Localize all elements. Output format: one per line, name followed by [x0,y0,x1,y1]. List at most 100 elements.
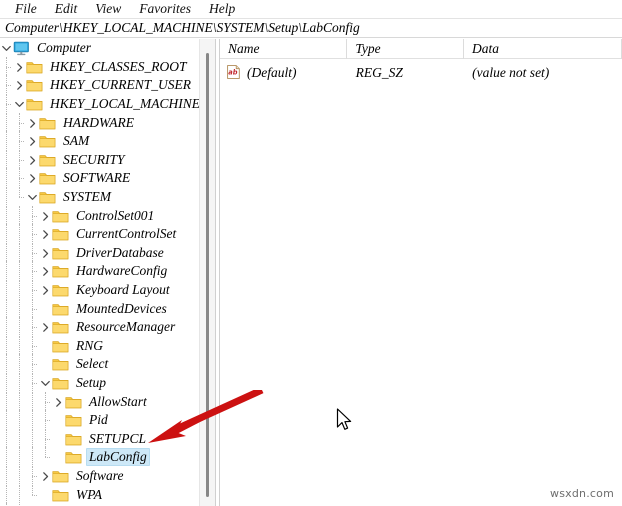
tree-item[interactable]: SECURITY [0,149,199,170]
tree-indent-guide [13,428,26,449]
tree-item-label: HardwareConfig [76,263,168,279]
chevron-right-icon[interactable] [26,114,39,132]
chevron-right-icon[interactable] [26,132,39,150]
tree-item[interactable]: AllowStart [0,391,199,412]
tree-expander-spacer [52,448,65,466]
address-bar[interactable]: Computer\HKEY_LOCAL_MACHINE\SYSTEM\Setup… [0,19,622,38]
chevron-right-icon[interactable] [26,169,39,187]
tree-indent-guide [0,112,13,133]
tree-item-label: SOFTWARE [63,170,131,186]
menu-item-edit[interactable]: Edit [46,0,87,18]
tree-item[interactable]: Select [0,354,199,375]
tree-indent-guide [0,149,13,170]
column-header-data[interactable]: Data [464,39,622,59]
tree-indent-guide [0,298,13,319]
tree-item-selected[interactable]: LabConfig [0,447,199,468]
menu-item-view[interactable]: View [86,0,130,18]
folder-icon [52,469,69,483]
registry-tree-pane[interactable]: Computer HKEY_CLASSES_ROOT HKEY_CURRENT_US… [0,39,199,506]
tree-item[interactable]: Computer [0,39,199,58]
tree-indent-guide [26,428,39,449]
tree-item[interactable]: HKEY_LOCAL_MACHINE [0,94,199,115]
tree-indent-guide [13,205,26,226]
tree-indent-guide [0,317,13,338]
chevron-right-icon[interactable] [39,281,52,299]
menu-item-favorites[interactable]: Favorites [130,0,200,18]
tree-indent-guide [26,224,39,245]
tree-item[interactable]: Keyboard Layout [0,280,199,301]
tree-item[interactable]: HardwareConfig [0,261,199,282]
column-header-type[interactable]: Type [347,39,464,59]
chevron-right-icon[interactable] [39,318,52,336]
tree-item[interactable]: Pid [0,410,199,431]
address-path-text: Computer\HKEY_LOCAL_MACHINE\SYSTEM\Setup… [5,20,360,35]
tree-indent-guide [13,465,26,486]
folder-icon [52,283,69,297]
tree-item[interactable]: SOFTWARE [0,168,199,189]
tree-item[interactable]: MountedDevices [0,298,199,319]
tree-indent-guide [0,335,13,356]
chevron-right-icon[interactable] [39,244,52,262]
tree-indent-guide [39,428,52,449]
tree-item-label: Setup [76,374,106,390]
tree-item[interactable]: Software [0,465,199,486]
menu-item-file[interactable]: File [6,0,46,18]
chevron-down-icon[interactable] [39,374,52,392]
tree-item[interactable]: SYSTEM [0,187,199,208]
chevron-right-icon[interactable] [39,207,52,225]
chevron-right-icon[interactable] [39,467,52,485]
tree-indent-guide [13,149,26,170]
tree-item[interactable]: DriverDatabase [0,242,199,263]
tree-indent-guide [13,410,26,431]
chevron-right-icon[interactable] [39,262,52,280]
registry-values-pane[interactable]: Name Type Data (Default) ab REG_SZ (value n… [220,39,622,506]
tree-indent-guide [0,354,13,375]
tree-item[interactable]: SAM [0,131,199,152]
watermark-text: wsxdn.com [550,487,614,500]
folder-icon [52,376,69,390]
tree-item[interactable]: SETUPCL [0,428,199,449]
tree-item[interactable]: HKEY_CURRENT_USER [0,75,199,96]
tree-item[interactable]: Setup [0,372,199,393]
values-list: (Default) ab REG_SZ (value not set) [220,59,622,82]
folder-icon [52,357,69,371]
chevron-down-icon[interactable] [13,95,26,113]
folder-icon [52,227,69,241]
chevron-right-icon[interactable] [52,393,65,411]
folder-icon [65,413,82,427]
tree-indent-guide [26,354,39,375]
chevron-right-icon[interactable] [13,58,26,76]
tree-indent-guide [39,410,52,431]
tree-indent-guide [0,410,13,431]
table-row[interactable]: (Default) ab REG_SZ (value not set) [220,63,622,82]
chevron-right-icon[interactable] [13,76,26,94]
tree-indent-guide [0,242,13,263]
tree-indent-guide [0,465,13,486]
tree-indent-guide [13,261,26,282]
folder-icon [26,60,43,74]
tree-item-label: RNG [76,337,103,353]
menu-item-help[interactable]: Help [200,0,244,18]
tree-item[interactable]: ResourceManager [0,317,199,338]
chevron-right-icon[interactable] [26,151,39,169]
tree-item[interactable]: ControlSet001 [0,205,199,226]
tree-indent-guide [26,242,39,263]
chevron-down-icon[interactable] [26,188,39,206]
main-split: Computer HKEY_CLASSES_ROOT HKEY_CURRENT_US… [0,39,622,506]
tree-scrollbar-thumb[interactable] [206,53,209,497]
tree-indent-guide [0,56,13,77]
tree-item[interactable]: HARDWARE [0,112,199,133]
tree-item[interactable]: HKEY_CLASSES_ROOT [0,56,199,77]
tree-item-label: ResourceManager [76,319,176,335]
column-header-name[interactable]: Name [220,39,348,59]
chevron-right-icon[interactable] [39,225,52,243]
folder-icon [52,339,69,353]
tree-item[interactable]: WPA [0,484,199,505]
tree-indent-guide [26,261,39,282]
tree-item[interactable]: CurrentControlSet [0,224,199,245]
svg-text:ab: ab [228,69,237,77]
tree-item[interactable]: RNG [0,335,199,356]
chevron-down-icon[interactable] [0,39,13,57]
tree-item-label: CurrentControlSet [76,226,177,242]
tree-vertical-scrollbar[interactable] [199,39,215,506]
